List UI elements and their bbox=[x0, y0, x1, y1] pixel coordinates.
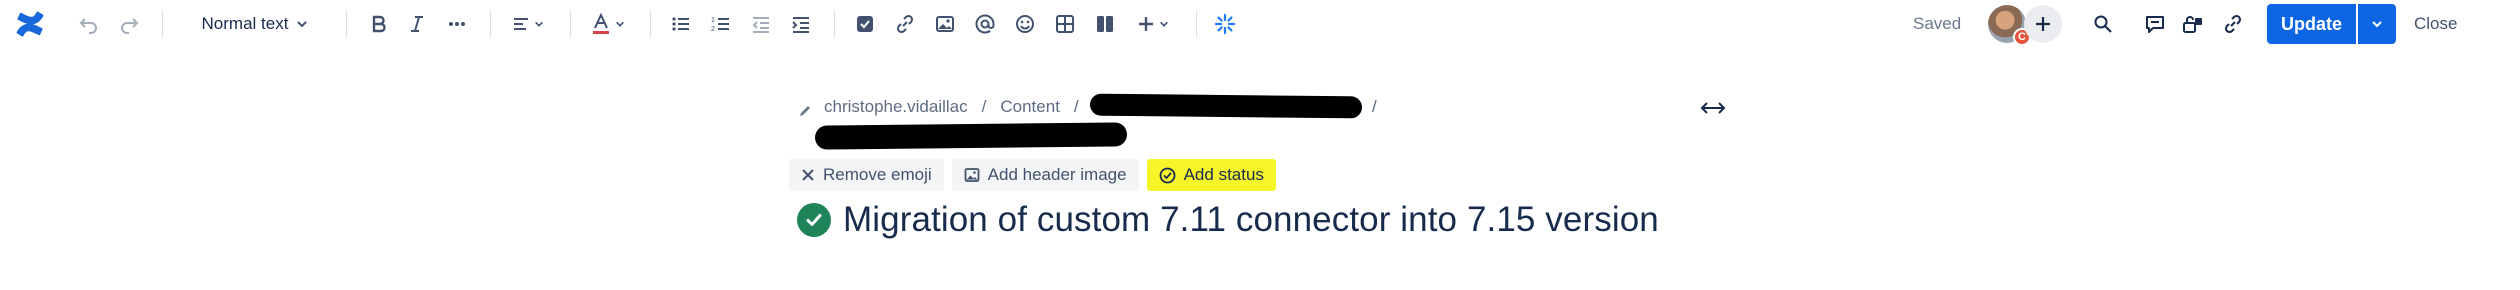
chevron-down-icon bbox=[2372, 21, 2382, 28]
breadcrumb-separator: / bbox=[1372, 97, 1377, 116]
text-color-icon bbox=[593, 13, 609, 34]
remove-emoji-button[interactable]: Remove emoji bbox=[789, 159, 944, 191]
title-actions: Remove emoji Add header image Add status bbox=[789, 159, 1276, 191]
insert-dropdown[interactable] bbox=[1130, 6, 1176, 42]
bold-icon[interactable] bbox=[362, 6, 396, 42]
toolbar-divider bbox=[834, 10, 835, 38]
remove-emoji-label: Remove emoji bbox=[823, 165, 932, 184]
numbered-list-icon[interactable]: 12 bbox=[704, 6, 738, 42]
alignment-dropdown[interactable] bbox=[506, 6, 550, 42]
check-mark-emoji-icon[interactable] bbox=[797, 203, 831, 237]
bullet-list-icon[interactable] bbox=[664, 6, 698, 42]
chevron-down-icon bbox=[616, 21, 624, 27]
title-row: Migration of custom 7.11 connector into … bbox=[797, 200, 1659, 240]
layout-icon[interactable] bbox=[1088, 6, 1122, 42]
breadcrumb-item-space[interactable]: christophe.vidaillac bbox=[824, 97, 968, 117]
find-replace-icon[interactable] bbox=[2086, 6, 2120, 42]
text-style-label: Normal text bbox=[201, 14, 289, 33]
close-icon bbox=[802, 169, 814, 181]
add-header-image-button[interactable]: Add header image bbox=[951, 159, 1139, 191]
text-style-dropdown[interactable]: Normal text bbox=[188, 6, 322, 42]
update-options-button[interactable] bbox=[2358, 4, 2396, 44]
saved-status: Saved bbox=[1913, 14, 1962, 33]
edit-pencil-icon bbox=[800, 106, 810, 116]
chevron-down-icon bbox=[297, 21, 308, 28]
toolbar-divider bbox=[162, 10, 163, 38]
mention-icon[interactable] bbox=[968, 6, 1002, 42]
comments-icon[interactable] bbox=[2138, 6, 2172, 42]
outdent-icon[interactable] bbox=[744, 6, 778, 42]
plus-icon bbox=[2036, 17, 2050, 31]
breadcrumb-separator: / bbox=[1073, 97, 1079, 116]
svg-text:2: 2 bbox=[711, 26, 715, 33]
toolbar-divider bbox=[490, 10, 491, 38]
chevron-down-icon bbox=[535, 21, 543, 27]
add-status-button[interactable]: Add status bbox=[1146, 159, 1276, 191]
svg-text:1: 1 bbox=[711, 17, 715, 24]
action-item-icon[interactable] bbox=[848, 6, 882, 42]
italic-icon[interactable] bbox=[400, 6, 434, 42]
undo-icon[interactable] bbox=[72, 6, 106, 42]
add-status-label: Add status bbox=[1183, 165, 1264, 184]
page-width-toggle-icon[interactable] bbox=[1700, 101, 1726, 115]
copy-link-icon[interactable] bbox=[2216, 6, 2250, 42]
emoji-icon[interactable] bbox=[1008, 6, 1042, 42]
image-icon[interactable] bbox=[928, 6, 962, 42]
image-icon bbox=[964, 168, 980, 182]
close-button[interactable]: Close bbox=[2414, 14, 2457, 34]
plus-icon bbox=[1139, 17, 1153, 31]
add-header-image-label: Add header image bbox=[987, 165, 1127, 184]
confluence-logo-icon[interactable] bbox=[10, 6, 50, 42]
editor-toolbar: Normal text 12 Saved C Update Close bbox=[0, 0, 2520, 48]
indent-icon[interactable] bbox=[784, 6, 818, 42]
breadcrumb-separator: / bbox=[981, 97, 987, 116]
breadcrumb: christophe.vidaillac / Content / bbox=[824, 97, 1093, 117]
link-icon[interactable] bbox=[888, 6, 922, 42]
redo-icon[interactable] bbox=[112, 6, 146, 42]
chevron-down-icon bbox=[1160, 21, 1168, 27]
toolbar-divider bbox=[650, 10, 651, 38]
toolbar-divider bbox=[346, 10, 347, 38]
breadcrumb-item-content[interactable]: Content bbox=[1000, 97, 1060, 117]
status-check-icon bbox=[1159, 167, 1175, 183]
page-title[interactable]: Migration of custom 7.11 connector into … bbox=[843, 200, 1659, 240]
invite-collaborator-button[interactable] bbox=[2024, 5, 2062, 43]
redacted-breadcrumb-item bbox=[1089, 93, 1363, 119]
ai-sparkle-icon[interactable] bbox=[1208, 6, 1242, 42]
more-formatting-icon[interactable] bbox=[440, 6, 474, 42]
align-left-icon bbox=[514, 18, 528, 30]
restrictions-icon[interactable] bbox=[2176, 6, 2210, 42]
redacted-breadcrumb-item bbox=[814, 122, 1128, 150]
text-color-dropdown[interactable] bbox=[586, 6, 630, 42]
table-icon[interactable] bbox=[1048, 6, 1082, 42]
update-button[interactable]: Update bbox=[2267, 4, 2356, 44]
toolbar-divider bbox=[570, 10, 571, 38]
toolbar-divider bbox=[1196, 10, 1197, 38]
